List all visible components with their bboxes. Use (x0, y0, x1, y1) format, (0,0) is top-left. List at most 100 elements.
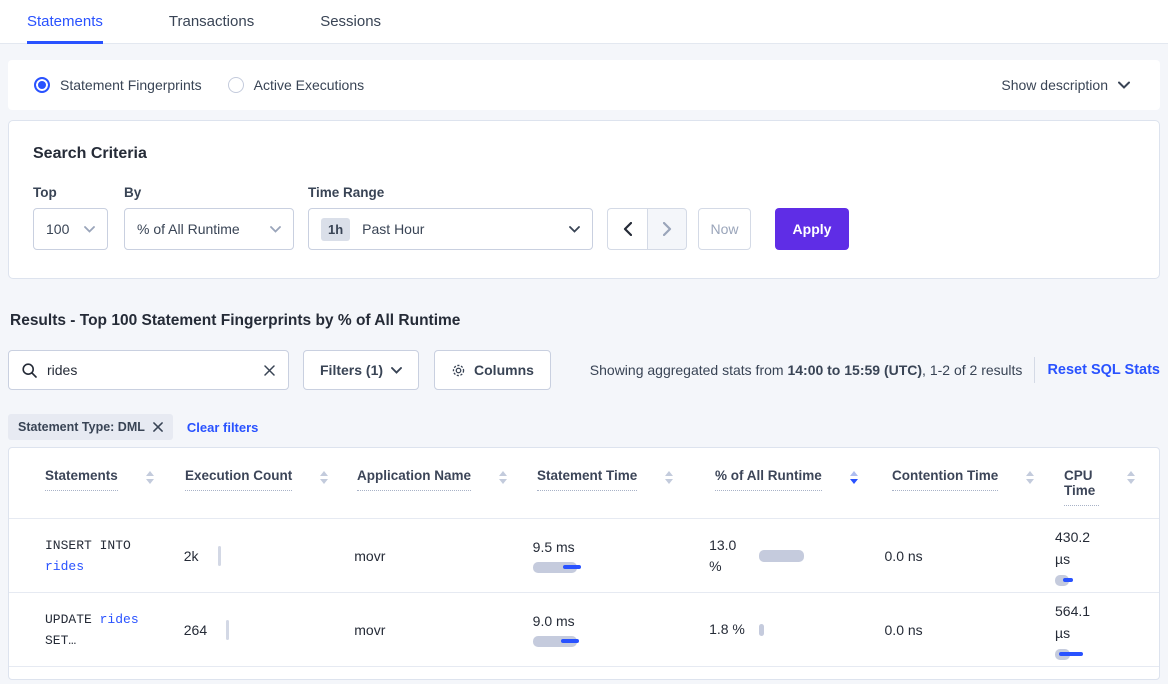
application-name-value: movr (354, 548, 532, 564)
search-criteria-panel: Search Criteria Top 100 By % of All Runt… (8, 120, 1160, 279)
view-radio-group: Statement Fingerprints Active Executions (34, 77, 364, 93)
execution-count-bar (218, 546, 221, 566)
statement-time-bar (533, 636, 613, 647)
column-header-statement-time[interactable]: Statement Time (537, 468, 637, 491)
apply-button[interactable]: Apply (775, 208, 849, 250)
reset-sql-stats-link[interactable]: Reset SQL Stats (1047, 362, 1160, 378)
column-header-statements[interactable]: Statements (45, 468, 118, 491)
chevron-down-icon (270, 226, 281, 233)
radio-unselected-icon[interactable] (228, 77, 244, 93)
contention-time-value: 0.0 ns (885, 548, 1055, 564)
clear-search-icon[interactable] (264, 365, 275, 376)
clear-filters-link[interactable]: Clear filters (187, 420, 259, 435)
time-range-label: Time Range (308, 185, 593, 200)
aggregated-stats-text: Showing aggregated stats from 14:00 to 1… (590, 362, 1023, 378)
statement-time-value: 9.0 ms (533, 613, 709, 629)
sort-icon[interactable] (665, 471, 673, 484)
chevron-down-icon (1118, 81, 1130, 89)
pct-runtime-value: 1.8 % (709, 619, 749, 640)
column-header-pct-runtime[interactable]: % of All Runtime (715, 468, 822, 491)
show-description-toggle[interactable]: Show description (1001, 77, 1130, 93)
filter-chips-row: Statement Type: DML Clear filters (8, 414, 1160, 440)
statements-table: Statements Execution Count Application N… (8, 447, 1160, 680)
cpu-time-value: 564.1 µs (1055, 600, 1101, 644)
pct-runtime-bar (759, 624, 764, 636)
vertical-divider (1034, 357, 1035, 383)
search-input-value[interactable]: rides (47, 362, 264, 378)
cpu-time-bar (1055, 649, 1135, 660)
time-range-badge: 1h (321, 218, 350, 241)
by-select-value: % of All Runtime (137, 221, 240, 237)
chevron-left-icon (623, 222, 632, 236)
cpu-time-value: 430.2 µs (1055, 526, 1101, 570)
view-toggle-bar: Statement Fingerprints Active Executions… (8, 60, 1160, 110)
tab-sessions[interactable]: Sessions (320, 0, 381, 43)
time-range-select[interactable]: 1h Past Hour (308, 208, 593, 250)
top-select-value: 100 (46, 221, 69, 237)
show-description-label: Show description (1001, 77, 1108, 93)
top-field: Top 100 (33, 185, 108, 250)
now-button[interactable]: Now (698, 208, 751, 250)
column-header-contention-time[interactable]: Contention Time (892, 468, 998, 491)
chevron-down-icon (84, 226, 95, 233)
column-header-application-name[interactable]: Application Name (357, 468, 471, 491)
radio-statement-fingerprints-label: Statement Fingerprints (60, 77, 202, 93)
next-time-button[interactable] (647, 208, 687, 250)
contention-time-value: 0.0 ns (885, 622, 1055, 638)
column-header-cpu-time[interactable]: CPU Time (1064, 468, 1099, 506)
stats-time-range: 14:00 to 15:59 (UTC) (787, 362, 922, 378)
table-row: UPDATE rides SET… 264 movr 9.0 ms 1.8 % … (9, 593, 1159, 667)
search-criteria-title: Search Criteria (33, 145, 1135, 163)
gear-icon (451, 363, 466, 378)
tab-statements[interactable]: Statements (27, 0, 103, 43)
sort-icon[interactable] (1026, 471, 1034, 484)
filters-button[interactable]: Filters (1) (303, 350, 419, 390)
radio-active-executions-label: Active Executions (254, 77, 365, 93)
chevron-right-icon (663, 222, 672, 236)
filter-chip-statement-type[interactable]: Statement Type: DML (8, 414, 173, 440)
search-icon (22, 363, 37, 378)
sort-icon[interactable] (320, 471, 328, 484)
statement-fingerprint-link[interactable]: INSERT INTO rides (45, 535, 157, 577)
statement-time-value: 9.5 ms (533, 539, 709, 555)
columns-button[interactable]: Columns (434, 350, 551, 390)
top-tab-bar: Statements Transactions Sessions (0, 0, 1168, 44)
execution-count-bar (226, 620, 229, 640)
pct-runtime-bar (759, 550, 804, 562)
by-select[interactable]: % of All Runtime (124, 208, 294, 250)
pct-runtime-value: 13.0 % (709, 535, 749, 577)
time-range-value: Past Hour (362, 221, 424, 237)
statement-table-link[interactable]: rides (100, 612, 139, 627)
sort-icon-active-desc[interactable] (850, 471, 858, 484)
radio-selected-icon[interactable] (34, 77, 50, 93)
radio-statement-fingerprints[interactable]: Statement Fingerprints (34, 77, 202, 93)
time-nav-arrows (607, 208, 687, 250)
cpu-time-bar (1055, 575, 1135, 586)
statement-table-link[interactable]: rides (45, 559, 84, 574)
sort-icon[interactable] (1127, 471, 1135, 484)
top-select[interactable]: 100 (33, 208, 108, 250)
sort-icon[interactable] (499, 471, 507, 484)
sort-icon[interactable] (146, 471, 154, 484)
chevron-down-icon (569, 226, 580, 233)
columns-button-label: Columns (474, 362, 534, 378)
execution-count-value: 264 (184, 622, 207, 638)
by-label: By (124, 185, 294, 200)
statement-fingerprint-link[interactable]: UPDATE rides SET… (45, 609, 157, 651)
by-field: By % of All Runtime (124, 185, 294, 250)
statement-time-bar (533, 562, 613, 573)
filter-chip-label: Statement Type: DML (18, 420, 145, 434)
table-row: INSERT INTO rides 2k movr 9.5 ms 13.0 % … (9, 519, 1159, 593)
execution-count-value: 2k (184, 548, 199, 564)
results-controls-row: rides Filters (1) Columns Showing aggreg… (8, 350, 1160, 390)
column-header-execution-count[interactable]: Execution Count (185, 468, 292, 491)
table-header-row: Statements Execution Count Application N… (9, 448, 1159, 519)
remove-filter-icon[interactable] (153, 422, 163, 432)
application-name-value: movr (354, 622, 532, 638)
search-input[interactable]: rides (8, 350, 289, 390)
radio-active-executions[interactable]: Active Executions (228, 77, 365, 93)
tab-transactions[interactable]: Transactions (169, 0, 254, 43)
time-range-field: Time Range 1h Past Hour (308, 185, 593, 250)
results-heading: Results - Top 100 Statement Fingerprints… (10, 312, 1160, 330)
previous-time-button[interactable] (607, 208, 647, 250)
